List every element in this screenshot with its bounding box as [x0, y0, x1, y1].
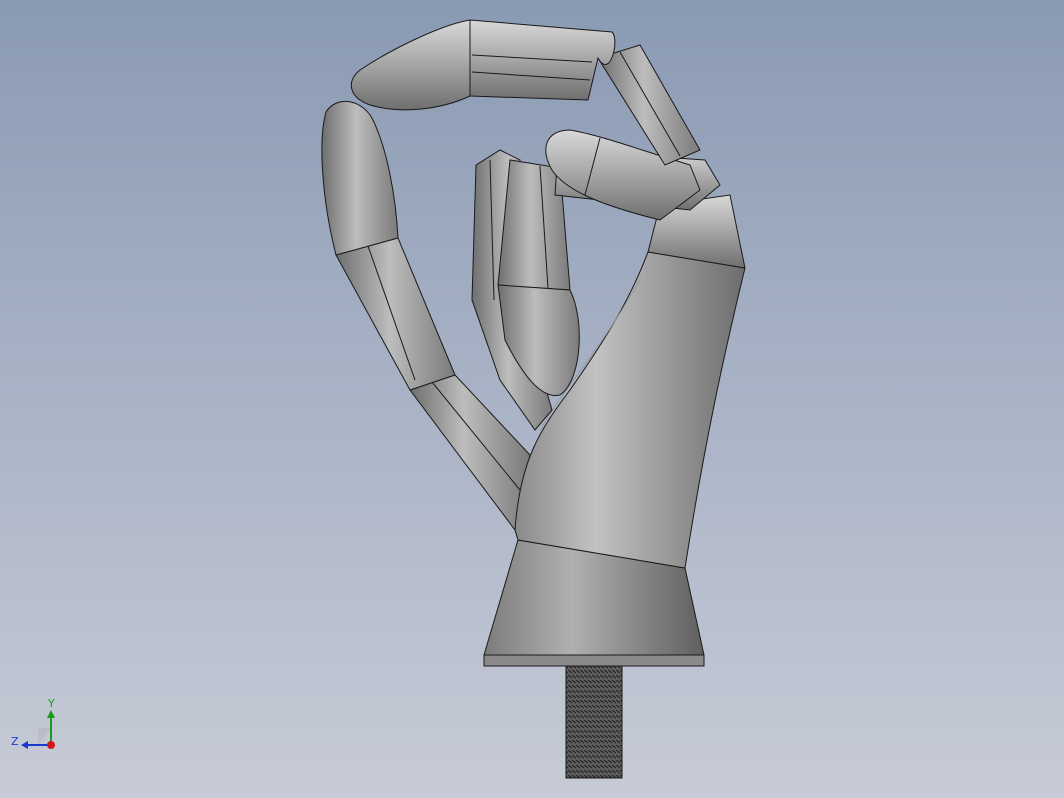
index-finger-middle [335, 237, 456, 391]
threaded-stud [565, 665, 623, 779]
coordinate-triad: Y Z [8, 698, 64, 754]
triad-z-label: Z [11, 735, 19, 748]
hand-model[interactable] [0, 0, 1064, 798]
index-finger-base [409, 374, 531, 532]
triad-y-label: Y [48, 697, 55, 710]
base-plate [483, 654, 705, 667]
graphics-viewport[interactable]: Y Z [0, 0, 1064, 798]
thumb-upper [469, 19, 616, 101]
index-fingertip [321, 100, 399, 256]
thumb-tip [350, 19, 471, 111]
